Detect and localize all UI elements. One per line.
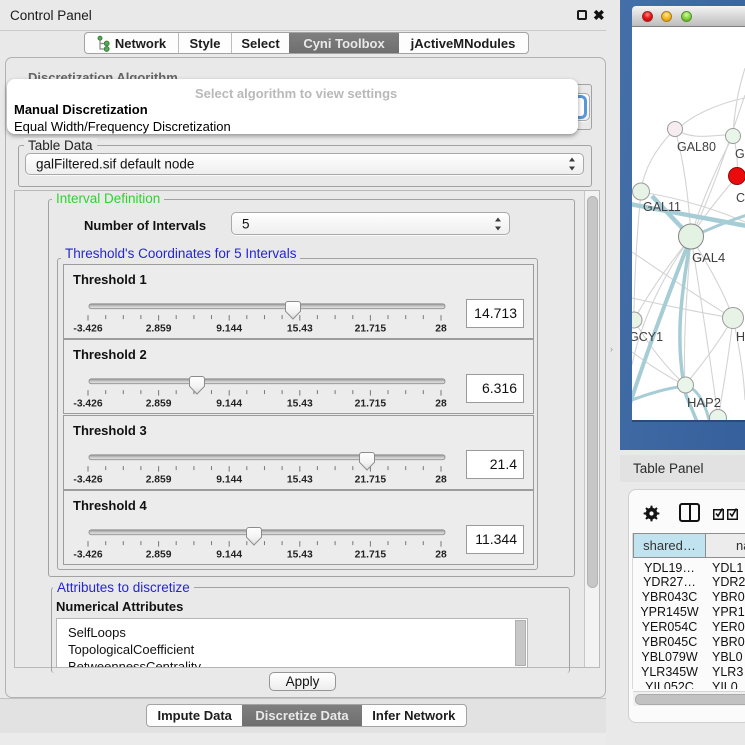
- svg-text:GAL11: GAL11: [643, 200, 681, 214]
- svg-text:9.144: 9.144: [216, 323, 242, 334]
- svg-text:GAL80: GAL80: [677, 140, 716, 154]
- svg-text:28: 28: [435, 474, 447, 485]
- svg-text:C: C: [736, 191, 745, 205]
- svg-text:H: H: [736, 330, 745, 344]
- svg-text:2.859: 2.859: [146, 474, 172, 485]
- svg-text:15.43: 15.43: [287, 399, 313, 410]
- svg-text:HAP2: HAP2: [687, 395, 721, 410]
- svg-text:15.43: 15.43: [287, 474, 313, 485]
- svg-text:21.715: 21.715: [355, 323, 387, 334]
- svg-text:21.715: 21.715: [355, 399, 387, 410]
- svg-text:2.859: 2.859: [146, 399, 172, 410]
- svg-text:21.715: 21.715: [355, 550, 387, 561]
- svg-text:15.43: 15.43: [287, 550, 313, 561]
- svg-text:2.859: 2.859: [146, 550, 172, 561]
- svg-text:-3.426: -3.426: [73, 550, 102, 561]
- svg-text:28: 28: [435, 399, 447, 410]
- svg-text:GCY1: GCY1: [632, 330, 663, 344]
- svg-text:9.144: 9.144: [216, 474, 242, 485]
- svg-text:GA: GA: [735, 147, 745, 161]
- svg-text:15.43: 15.43: [287, 323, 313, 334]
- svg-text:2.859: 2.859: [146, 323, 172, 334]
- svg-text:-3.426: -3.426: [73, 399, 102, 410]
- svg-text:21.715: 21.715: [355, 474, 387, 485]
- svg-text:28: 28: [435, 323, 447, 334]
- svg-text:-3.426: -3.426: [73, 474, 102, 485]
- svg-text:9.144: 9.144: [216, 550, 242, 561]
- svg-text:28: 28: [435, 550, 447, 561]
- svg-text:-3.426: -3.426: [73, 323, 102, 334]
- svg-text:GAL4: GAL4: [692, 250, 725, 265]
- svg-text:9.144: 9.144: [216, 399, 242, 410]
